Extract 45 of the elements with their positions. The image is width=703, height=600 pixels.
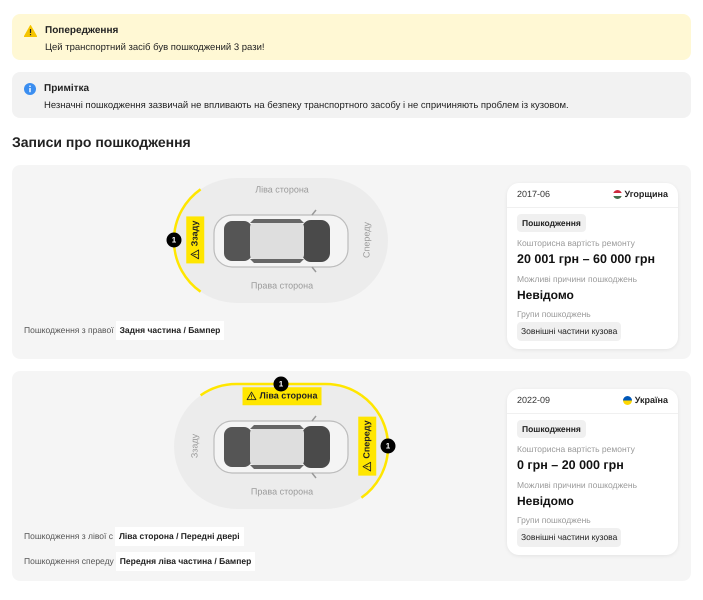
country-name: Україна <box>634 394 668 407</box>
cost-value: 20 001 грн – 60 000 грн <box>517 251 656 268</box>
alert-text: Цей транспортний засіб був пошкоджений 3 рази! <box>45 41 265 55</box>
damage-group-tag: Зовнішні частини кузова <box>517 528 622 547</box>
warning-icon <box>24 25 37 37</box>
alert-title: Примітка <box>44 82 90 96</box>
cause-value: Невідомо <box>517 492 574 510</box>
country-name: Угорщина <box>624 188 668 201</box>
warning-icon <box>362 462 372 472</box>
damage-tag: Пошкодження <box>517 214 586 232</box>
cause-value: Невідомо <box>517 286 574 304</box>
warning-icon <box>246 392 257 400</box>
damage-tag: Пошкодження <box>517 420 586 438</box>
damaged-side-badge: Спереду <box>358 416 376 476</box>
damage-location-label: Пошкодження з правої <box>24 324 114 337</box>
groups-label: Групи пошкоджень <box>517 514 591 526</box>
damaged-side-badge: Ззаду <box>186 216 204 264</box>
damage-location-value: Ліва сторона / Передні двері <box>114 527 244 546</box>
cause-label: Можливі причини пошкоджень <box>517 272 638 286</box>
damage-count-marker: 1 <box>380 438 396 454</box>
cost-value: 0 грн – 20 000 грн <box>517 457 624 474</box>
side-label: Права сторона <box>250 279 314 292</box>
damage-location-value: Задня частина / Бампер <box>116 321 224 340</box>
section-heading: Записи про пошкодження <box>12 133 192 152</box>
damaged-side-badge: Ліва сторона <box>242 387 322 405</box>
side-label: Права сторона <box>250 485 314 498</box>
record-date: 2022-09 <box>517 394 550 407</box>
groups-label: Групи пошкоджень <box>517 308 591 320</box>
side-label: Ліва сторона <box>255 183 309 196</box>
side-label: Спереду <box>360 222 372 258</box>
damage-location-value: Передня ліва частина / Бампер <box>116 552 256 570</box>
alert-title: Попередження <box>45 24 120 38</box>
side-label: Ззаду <box>188 434 200 458</box>
damage-count-marker: 1 <box>166 232 182 248</box>
cost-label: Кошторисна вартість ремонту <box>517 443 635 456</box>
damage-group-tag: Зовнішні частини кузова <box>517 322 622 341</box>
damage-location-label: Пошкодження спереду <box>24 554 114 568</box>
info-icon <box>24 83 36 95</box>
warning-icon <box>190 249 200 260</box>
record-date: 2017-06 <box>517 188 550 201</box>
cost-label: Кошторисна вартість ремонту <box>517 237 635 250</box>
damage-location-label: Пошкодження з лівої с <box>24 530 113 543</box>
damage-count-marker: 1 <box>274 376 288 392</box>
cause-label: Можливі причини пошкоджень <box>517 478 638 492</box>
alert-text: Незначні пошкодження зазвичай не впливають на безпеку транспортного засобу і не спричиняють проблем із кузовом. <box>44 99 569 113</box>
